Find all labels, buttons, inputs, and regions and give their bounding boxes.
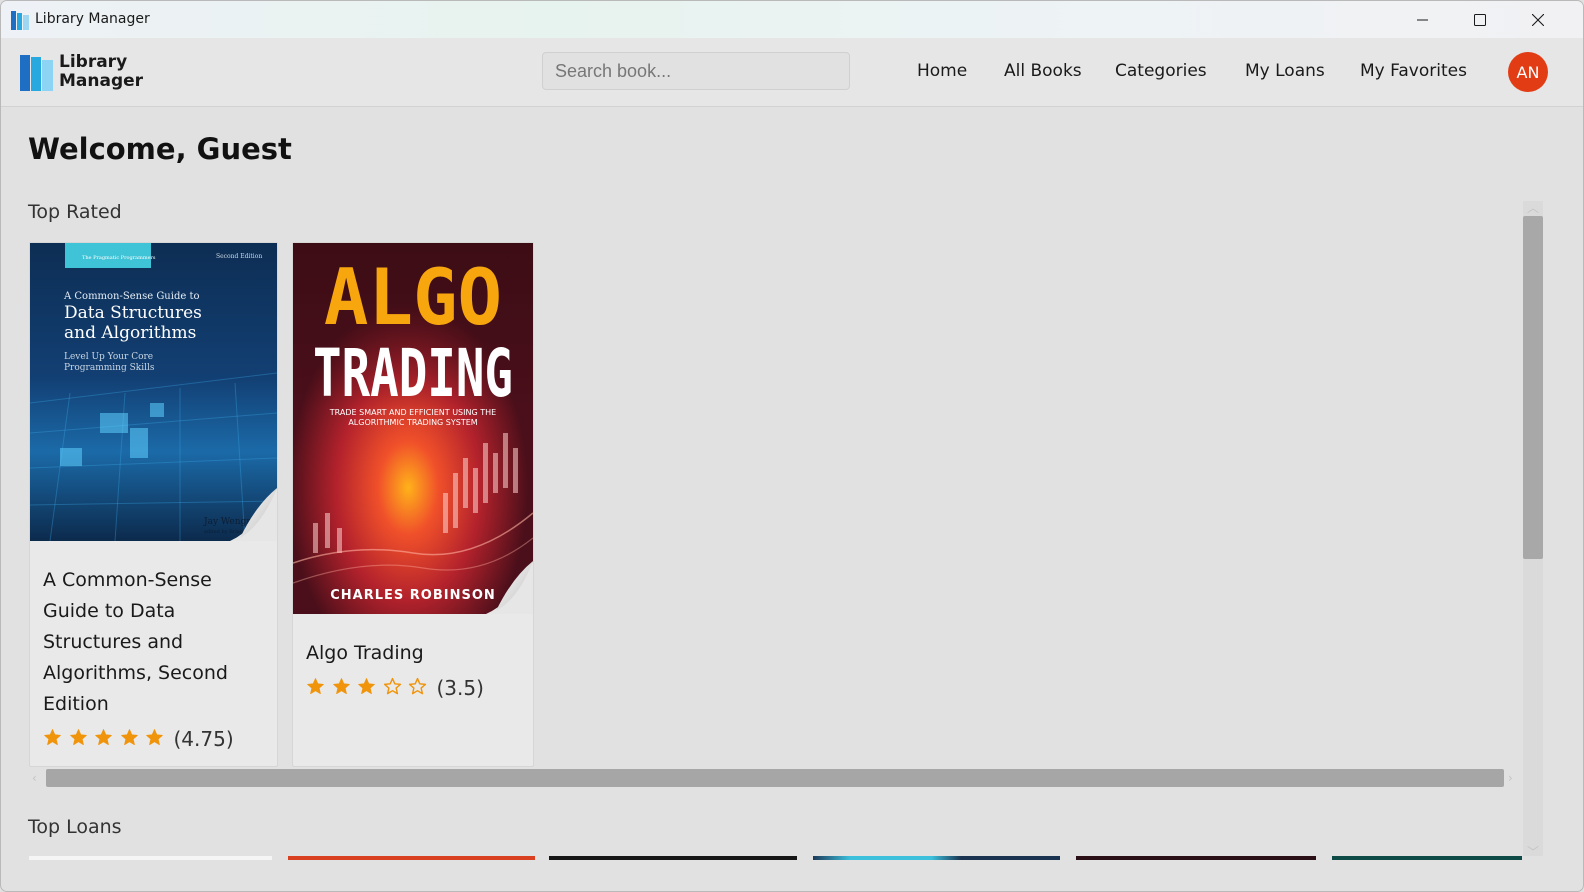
book-title-line: Algorithms, Second xyxy=(43,662,228,684)
cover-title-2: TRADING xyxy=(313,335,513,412)
star-filled-icon xyxy=(307,677,324,694)
loan-card-edge[interactable] xyxy=(549,856,797,860)
logo-line1: Library xyxy=(59,52,128,72)
scroll-right-icon[interactable]: › xyxy=(1508,771,1513,785)
window-title: Library Manager xyxy=(35,11,150,27)
section-heading-top-loans: Top Loans xyxy=(28,816,122,838)
book-title-line: A Common-Sense xyxy=(43,569,212,591)
star-rating: (3.5) xyxy=(306,676,484,700)
logo-line2: Manager xyxy=(59,71,144,91)
book-cover: ALGO TRADING TRADE SMART AND EFFICIENT U… xyxy=(293,243,533,614)
scroll-left-icon[interactable]: ‹ xyxy=(32,771,37,785)
minimize-button[interactable] xyxy=(1394,1,1452,38)
logo-text[interactable]: Library Manager xyxy=(59,53,143,91)
cover-title-2: and Algorithms xyxy=(64,323,196,343)
book-title-line: Guide to Data xyxy=(43,600,176,622)
cover-tagline-2: ALGORITHMIC TRADING SYSTEM xyxy=(348,418,477,427)
cover-title-1: ALGO xyxy=(324,252,502,342)
nav-my-favorites[interactable]: My Favorites xyxy=(1360,61,1467,81)
star-outline-icon xyxy=(383,677,401,694)
cover-subtitle-2: Programming Skills xyxy=(64,363,155,373)
loan-card-edge[interactable] xyxy=(1332,856,1522,860)
app-window: Library Manager Library Manager Home All… xyxy=(0,0,1584,892)
cover-author: CHARLES ROBINSON xyxy=(330,588,496,603)
horizontal-scrollbar-thumb[interactable] xyxy=(46,769,1504,787)
section-heading-top-rated: Top Rated xyxy=(28,201,122,223)
stars xyxy=(306,677,434,700)
close-button[interactable] xyxy=(1509,1,1567,38)
minimize-icon xyxy=(1417,19,1428,20)
page-title: Welcome, Guest xyxy=(28,132,292,166)
rating-value: (3.5) xyxy=(436,676,484,700)
book-cover: A Common-Sense Guide to Data Structures … xyxy=(30,243,277,541)
cover-title-1: Data Structures xyxy=(64,303,202,323)
star-filled-icon xyxy=(332,677,350,694)
title-bar[interactable]: Library Manager xyxy=(1,1,1583,38)
book-card[interactable]: ALGO TRADING TRADE SMART AND EFFICIENT U… xyxy=(292,242,534,767)
cover-tagline-1: TRADE SMART AND EFFICIENT USING THE xyxy=(329,408,496,417)
stars xyxy=(43,728,171,751)
rating-value: (4.75) xyxy=(173,727,234,751)
app-header: Library Manager Home All Books Categorie… xyxy=(1,38,1583,107)
logo-icon xyxy=(20,55,53,91)
book-title-line: Edition xyxy=(43,693,109,715)
cover-kicker: A Common-Sense Guide to xyxy=(63,291,199,302)
nav-my-loans[interactable]: My Loans xyxy=(1245,61,1325,81)
user-avatar[interactable]: AN xyxy=(1508,52,1548,92)
close-icon xyxy=(1532,13,1544,26)
nav-categories[interactable]: Categories xyxy=(1115,61,1207,81)
cover-edition: Second Edition xyxy=(216,253,262,260)
maximize-icon xyxy=(1474,13,1486,26)
loan-card-edge[interactable] xyxy=(288,856,535,860)
star-filled-icon xyxy=(69,728,87,745)
loan-card-edge[interactable] xyxy=(29,856,272,860)
cover-art-algo-trading: ALGO TRADING TRADE SMART AND EFFICIENT U… xyxy=(293,243,533,614)
cover-series: The Pragmatic Programmers xyxy=(82,255,156,261)
loan-card-edge[interactable] xyxy=(1076,856,1316,860)
scroll-down-icon[interactable]: ﹀ xyxy=(1527,843,1539,860)
book-title: Algo Trading xyxy=(306,642,424,664)
star-filled-icon xyxy=(120,728,138,745)
nav-all-books[interactable]: All Books xyxy=(1004,61,1082,81)
book-title-line: Structures and xyxy=(43,631,184,653)
scroll-up-icon[interactable]: ︿ xyxy=(1527,199,1539,216)
book-title: A Common-Sense Guide to Data Structures … xyxy=(43,565,228,720)
vertical-scrollbar-thumb[interactable] xyxy=(1523,216,1543,559)
star-filled-icon xyxy=(95,728,112,745)
cover-subtitle-1: Level Up Your Core xyxy=(64,352,153,362)
star-filled-icon xyxy=(358,677,375,694)
loan-card-edge[interactable] xyxy=(813,856,1060,860)
book-card[interactable]: A Common-Sense Guide to Data Structures … xyxy=(29,242,278,767)
star-filled-icon xyxy=(146,728,163,745)
star-rating: (4.75) xyxy=(43,727,234,751)
cover-art-data-structures: A Common-Sense Guide to Data Structures … xyxy=(30,243,277,541)
maximize-button[interactable] xyxy=(1451,1,1509,38)
star-outline-icon xyxy=(408,677,427,694)
app-icon xyxy=(11,11,29,30)
nav-home[interactable]: Home xyxy=(917,61,967,81)
search-input[interactable] xyxy=(542,52,850,90)
star-filled-icon xyxy=(44,728,61,745)
